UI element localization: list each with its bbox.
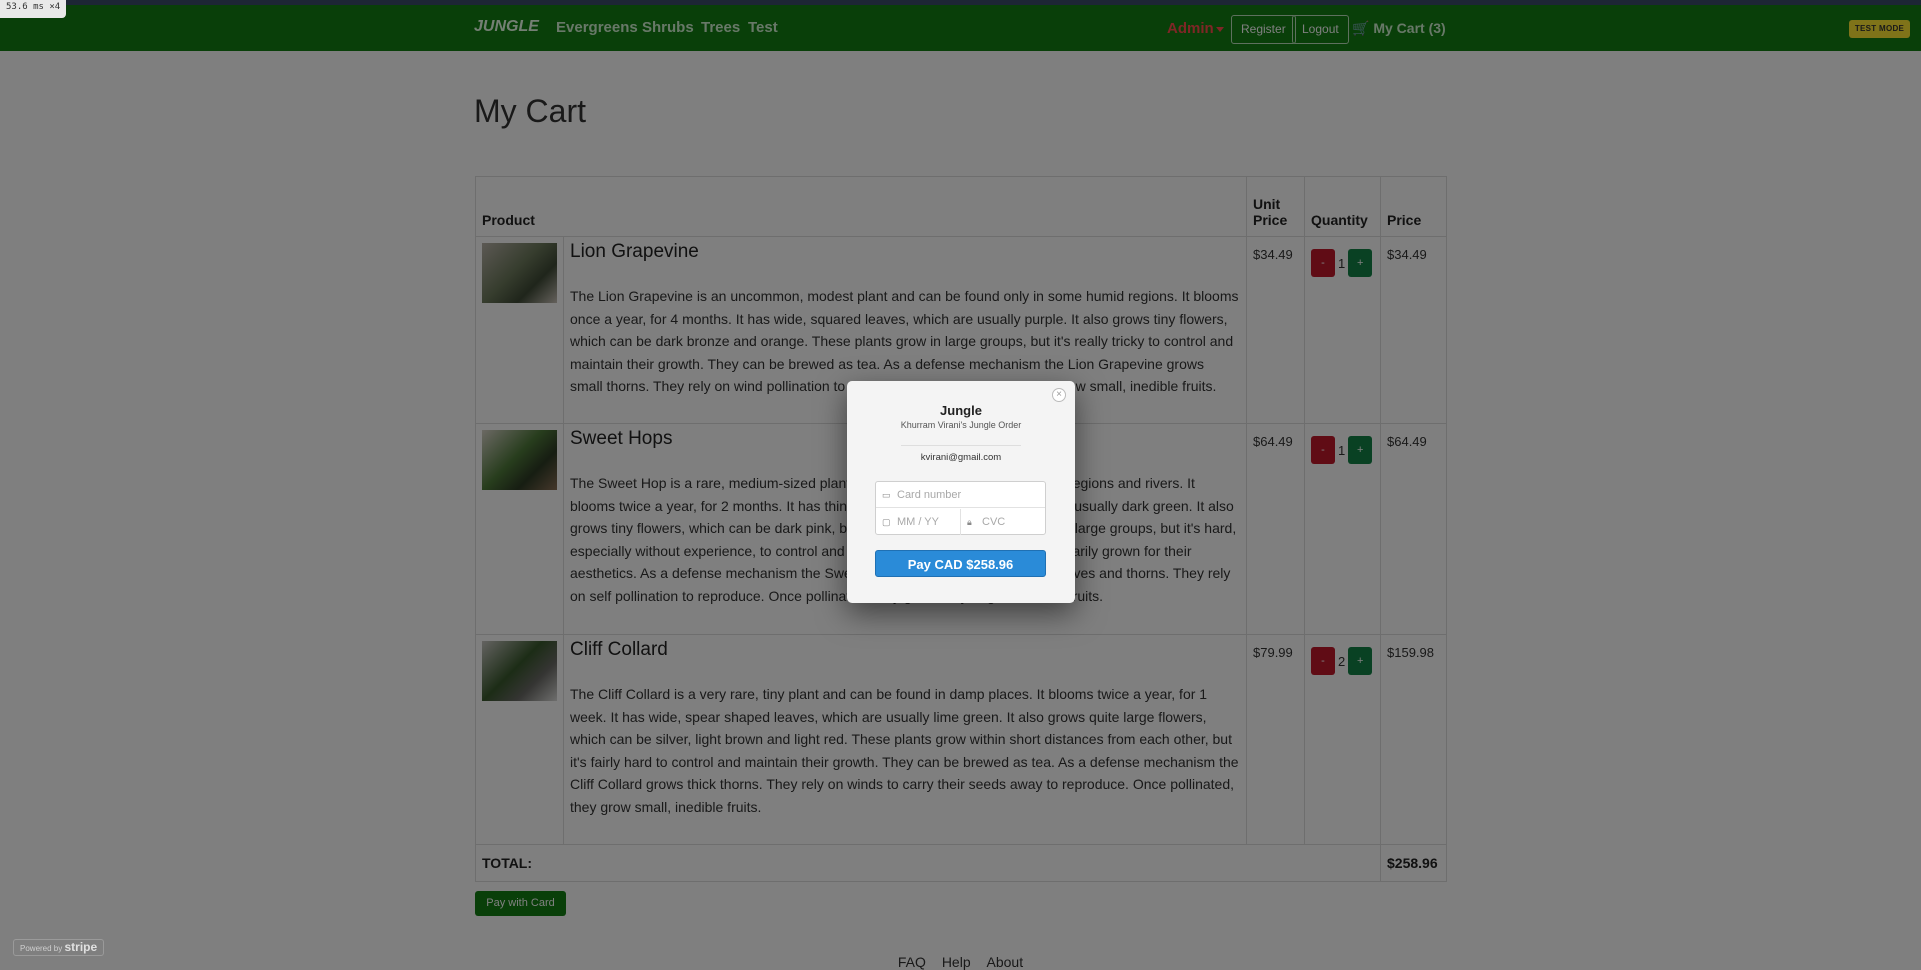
checkout-modal: × Jungle Khurram Virani's Jungle Order k… (847, 381, 1075, 603)
card-number-field[interactable]: ▭ Card number (876, 482, 1045, 508)
cvc-placeholder: CVC (982, 516, 1006, 528)
card-number-placeholder: Card number (897, 489, 962, 501)
stripe-logo: stripe (64, 940, 98, 954)
calendar-icon: ▢ (882, 517, 891, 527)
expiry-field[interactable]: ▢ MM / YY (876, 509, 961, 535)
order-description: Khurram Virani's Jungle Order (900, 420, 1022, 430)
close-icon[interactable]: × (1052, 388, 1066, 402)
powered-by-label: Powered by (20, 944, 63, 953)
customer-email[interactable]: kvirani@gmail.com (847, 452, 1075, 463)
perf-badge: 53.6 ms ×4 (0, 0, 67, 18)
cvc-field[interactable]: 🔒︎ CVC (961, 509, 1045, 535)
pay-button[interactable]: Pay CAD $258.96 (875, 550, 1046, 577)
merchant-name: Jungle (940, 403, 982, 418)
lock-icon: 🔒︎ (967, 517, 972, 527)
powered-by-stripe-badge[interactable]: Powered by stripe (13, 939, 105, 956)
card-fields: ▭ Card number ▢ MM / YY 🔒︎ CVC (875, 481, 1046, 535)
expiry-placeholder: MM / YY (897, 516, 939, 528)
credit-card-icon: ▭ (882, 490, 891, 500)
divider (901, 445, 1021, 446)
